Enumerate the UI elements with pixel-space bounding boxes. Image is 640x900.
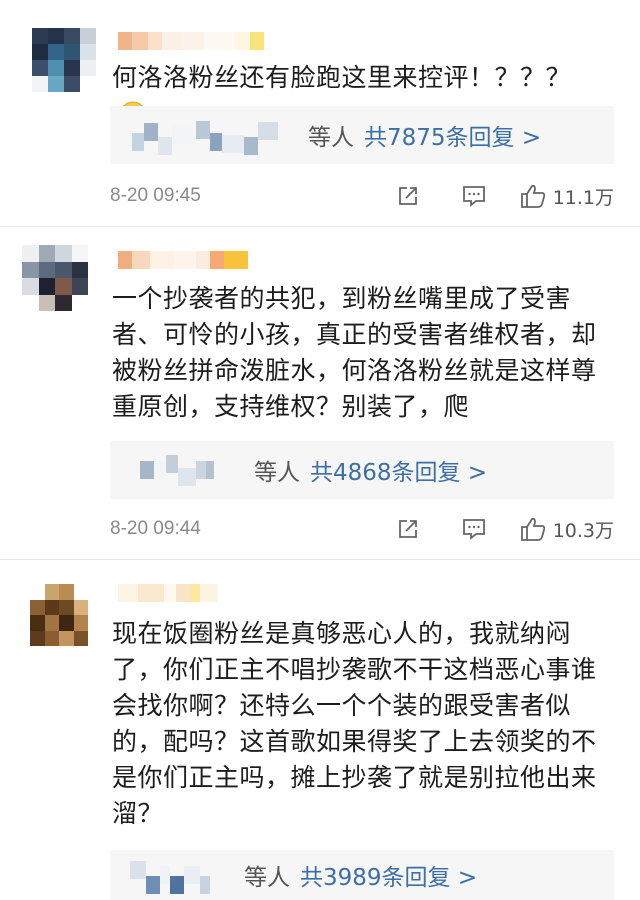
comment-item: 一个抄袭者的共犯，到粉丝嘴里成了受害者、可怜的小孩，真正的受害者维权者，却被粉丝… (0, 227, 640, 559)
comment-actions: 10.3万 (393, 516, 614, 543)
comment-text: 一个抄袭者的共犯，到粉丝嘴里成了受害者、可怜的小孩，真正的受害者维权者，却被粉丝… (112, 284, 597, 421)
reply-user-avatars (110, 850, 224, 900)
share-icon (398, 520, 417, 538)
like-icon (520, 517, 545, 541)
like-count: 10.3万 (552, 519, 614, 542)
comment-meta: 8-20 09:44 10.3万 (110, 514, 614, 544)
like-button[interactable]: 11.1万 (519, 183, 614, 210)
reply-user-avatars (110, 441, 214, 499)
reply-user-avatars (110, 106, 278, 164)
comment-icon (462, 186, 485, 207)
reply-box[interactable]: 等人 共3989条回复 > (110, 850, 614, 900)
reply-users-suffix: 等人 (244, 865, 290, 891)
comment-time: 8-20 09:44 (110, 518, 201, 539)
reply-button[interactable] (459, 517, 489, 541)
share-button[interactable] (393, 517, 423, 541)
reply-users-suffix: 等人 (254, 460, 300, 486)
reply-users-suffix: 等人 (308, 125, 354, 151)
reply-count-link[interactable]: 共3989条回复 > (300, 858, 477, 892)
comment-actions: 11.1万 (393, 183, 614, 210)
avatar[interactable] (32, 28, 96, 92)
comment-time: 8-20 09:45 (110, 185, 201, 206)
comment-icon (462, 519, 485, 540)
comment-item: 何洛洛粉丝还有脸跑这里来控评！？？？ 等人 共7875条回复 > 8-20 09… (0, 0, 640, 225)
avatar[interactable] (30, 584, 88, 646)
like-icon (520, 184, 545, 208)
reply-button[interactable] (459, 184, 489, 208)
avatar[interactable] (22, 245, 88, 311)
username[interactable] (118, 584, 218, 602)
comment-item: 现在饭圈粉丝是真够恶心人的，我就纳闷了，你们正主不唱抄袭歌不干这档恶心事谁会找你… (0, 560, 640, 900)
username[interactable] (118, 251, 248, 269)
reply-count-link[interactable]: 共7875条回复 > (364, 118, 541, 152)
share-icon (398, 187, 417, 205)
comment-text: 现在饭圈粉丝是真够恶心人的，我就纳闷了，你们正主不唱抄袭歌不干这档恶心事谁会找你… (112, 619, 597, 828)
reply-box[interactable]: 等人 共7875条回复 > (110, 106, 614, 164)
username[interactable] (118, 32, 264, 50)
like-button[interactable]: 10.3万 (519, 516, 614, 543)
reply-box[interactable]: 等人 共4868条回复 > (110, 441, 614, 499)
share-button[interactable] (393, 184, 423, 208)
reply-count-link[interactable]: 共4868条回复 > (310, 453, 487, 487)
comment-meta: 8-20 09:45 11.1万 (110, 181, 614, 211)
like-count: 11.1万 (552, 186, 614, 209)
